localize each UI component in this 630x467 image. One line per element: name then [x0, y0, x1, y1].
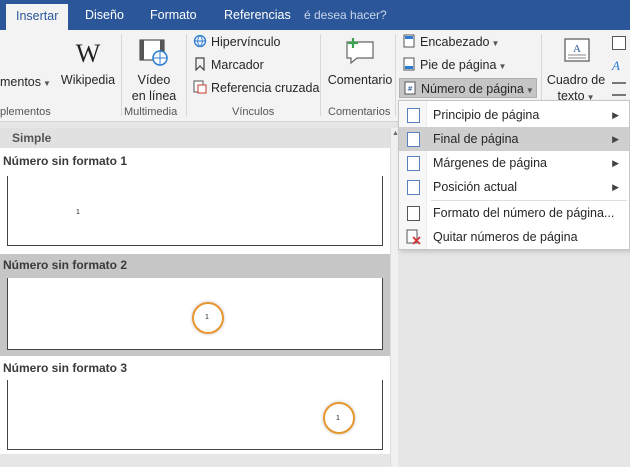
page-number-sample: 1 — [76, 209, 80, 216]
remove-page-number-icon — [406, 229, 421, 245]
menu-item-margenes-de-pagina[interactable]: Márgenes de página ▶ — [399, 151, 629, 175]
current-position-icon — [407, 180, 420, 195]
encabezado-button[interactable]: Encabezado ▼ — [402, 32, 499, 52]
divider — [395, 34, 396, 116]
marcador-label: Marcador — [211, 58, 264, 72]
highlight-circle — [323, 402, 355, 434]
divider — [186, 34, 187, 116]
gallery-item-numero-1[interactable]: Número sin formato 1 1 — [0, 148, 390, 250]
svg-text:A: A — [573, 43, 581, 55]
hipervinculo-label: Hipervínculo — [211, 35, 281, 49]
comentario-button[interactable]: Comentario — [326, 34, 394, 98]
group-comentarios-label: Comentarios — [328, 106, 391, 118]
chevron-right-icon: ▶ — [612, 110, 619, 120]
chevron-down-icon: ▼ — [43, 79, 51, 88]
gallery-item-title: Número sin formato 3 — [3, 361, 128, 375]
tab-formato[interactable]: Formato — [140, 0, 207, 30]
menu-item-final-de-pagina[interactable]: Final de página ▶ — [399, 127, 629, 151]
tab-insertar[interactable]: Insertar — [6, 4, 69, 30]
wikipedia-button[interactable]: W Wikipedia — [58, 34, 118, 98]
wordart-icon[interactable]: A — [612, 58, 620, 74]
menu-item-posicion-actual[interactable]: Posición actual ▶ — [399, 175, 629, 199]
gallery-item-numero-2[interactable]: Número sin formato 2 1 — [0, 254, 390, 356]
chevron-down-icon: ▼ — [525, 86, 534, 95]
menu-item-label: Principio de página — [433, 108, 540, 122]
link-icon — [193, 34, 207, 48]
menu-item-label: Formato del número de página... — [433, 206, 615, 220]
comentario-label: Comentario — [327, 73, 393, 87]
gallery-item-title: Número sin formato 1 — [3, 154, 128, 168]
video-online-button[interactable]: Vídeo en línea — [124, 34, 184, 104]
tab-diseno[interactable]: Diseño — [75, 0, 134, 30]
page-preview: 1 — [7, 278, 383, 350]
svg-text:W: W — [76, 39, 101, 66]
divider — [121, 34, 122, 116]
highlight-circle — [192, 302, 224, 334]
wikipedia-icon: W — [76, 39, 101, 66]
referencia-cruzada-label: Referencia cruzada — [211, 81, 320, 95]
pie-de-pagina-button[interactable]: Pie de página ▼ — [402, 55, 506, 75]
page-number-icon: # — [404, 81, 416, 95]
marcador-button[interactable]: Marcador — [193, 55, 264, 75]
menu-item-principio-de-pagina[interactable]: Principio de página ▶ — [399, 103, 629, 127]
page-bottom-icon — [407, 132, 420, 147]
menu-item-label: Márgenes de página — [433, 156, 547, 170]
video-label-line2: en línea — [131, 89, 177, 103]
cuadro-de-texto-line1: Cuadro de — [546, 73, 606, 87]
page-preview: 1 — [7, 380, 383, 450]
text-box-icon: A — [564, 38, 590, 62]
chevron-right-icon: ▶ — [612, 182, 619, 192]
footer-icon — [403, 57, 415, 71]
menu-item-label: Quitar números de página — [433, 230, 578, 244]
referencia-cruzada-button[interactable]: Referencia cruzada — [193, 78, 319, 98]
tell-me-search[interactable]: é desea hacer? — [294, 0, 397, 30]
gallery-section-header: Simple — [0, 128, 390, 148]
tab-referencias[interactable]: Referencias — [214, 0, 301, 30]
bookmark-icon — [195, 57, 205, 71]
complementos-button[interactable]: mentos ▼ — [0, 74, 51, 92]
menu-item-quitar-numeros[interactable]: Quitar números de página — [399, 225, 629, 249]
video-label-line1: Vídeo — [137, 73, 171, 87]
svg-text:#: # — [407, 85, 413, 93]
page-number-menu: Principio de página ▶ Final de página ▶ … — [398, 100, 630, 250]
hipervinculo-button[interactable]: Hipervínculo — [193, 32, 280, 52]
cross-reference-icon — [193, 80, 207, 94]
complementos-label: mentos — [0, 75, 41, 89]
group-multimedia-label: Multimedia — [124, 106, 178, 118]
ribbon-tab-bar: Insertar Diseño Formato Referencias é de… — [0, 0, 630, 30]
chevron-down-icon: ▼ — [498, 62, 507, 71]
gallery-item-numero-3[interactable]: Número sin formato 3 1 — [0, 358, 390, 467]
header-icon — [403, 34, 415, 48]
drop-cap-icon[interactable] — [612, 82, 626, 96]
format-page-number-icon — [407, 206, 420, 221]
group-vinculos-label: Vínculos — [232, 106, 275, 118]
group-complementos-label: plementos — [0, 106, 51, 118]
word-window: Insertar Diseño Formato Referencias é de… — [0, 0, 630, 467]
quick-parts-icon[interactable] — [612, 36, 626, 50]
numero-de-pagina-label: Número de página — [421, 82, 524, 96]
gallery-scrollbar[interactable]: ▲ — [390, 128, 399, 467]
page-preview: 1 — [7, 176, 383, 246]
new-comment-icon — [346, 38, 374, 65]
film-icon — [139, 39, 168, 66]
page-margins-icon — [407, 156, 420, 171]
pie-de-pagina-label: Pie de página — [420, 58, 497, 72]
menu-item-label: Final de página — [433, 132, 519, 146]
chevron-down-icon: ▼ — [491, 39, 500, 48]
encabezado-label: Encabezado — [420, 35, 490, 49]
menu-item-label: Posición actual — [433, 180, 518, 194]
chevron-right-icon: ▶ — [612, 134, 619, 144]
gallery-item-title: Número sin formato 2 — [3, 258, 128, 272]
wikipedia-label: Wikipedia — [60, 73, 116, 87]
cuadro-de-texto-button[interactable]: A Cuadro de texto ▼ — [544, 34, 608, 104]
page-number-gallery: Simple ▲ Número sin formato 1 1 Número s… — [0, 128, 399, 467]
divider — [320, 34, 321, 116]
chevron-right-icon: ▶ — [612, 158, 619, 168]
menu-item-formato-numero[interactable]: Formato del número de página... — [399, 201, 629, 225]
gallery-footer — [0, 454, 390, 467]
page-top-icon — [407, 108, 420, 123]
numero-de-pagina-button[interactable]: # Número de página ▼ — [399, 78, 537, 98]
